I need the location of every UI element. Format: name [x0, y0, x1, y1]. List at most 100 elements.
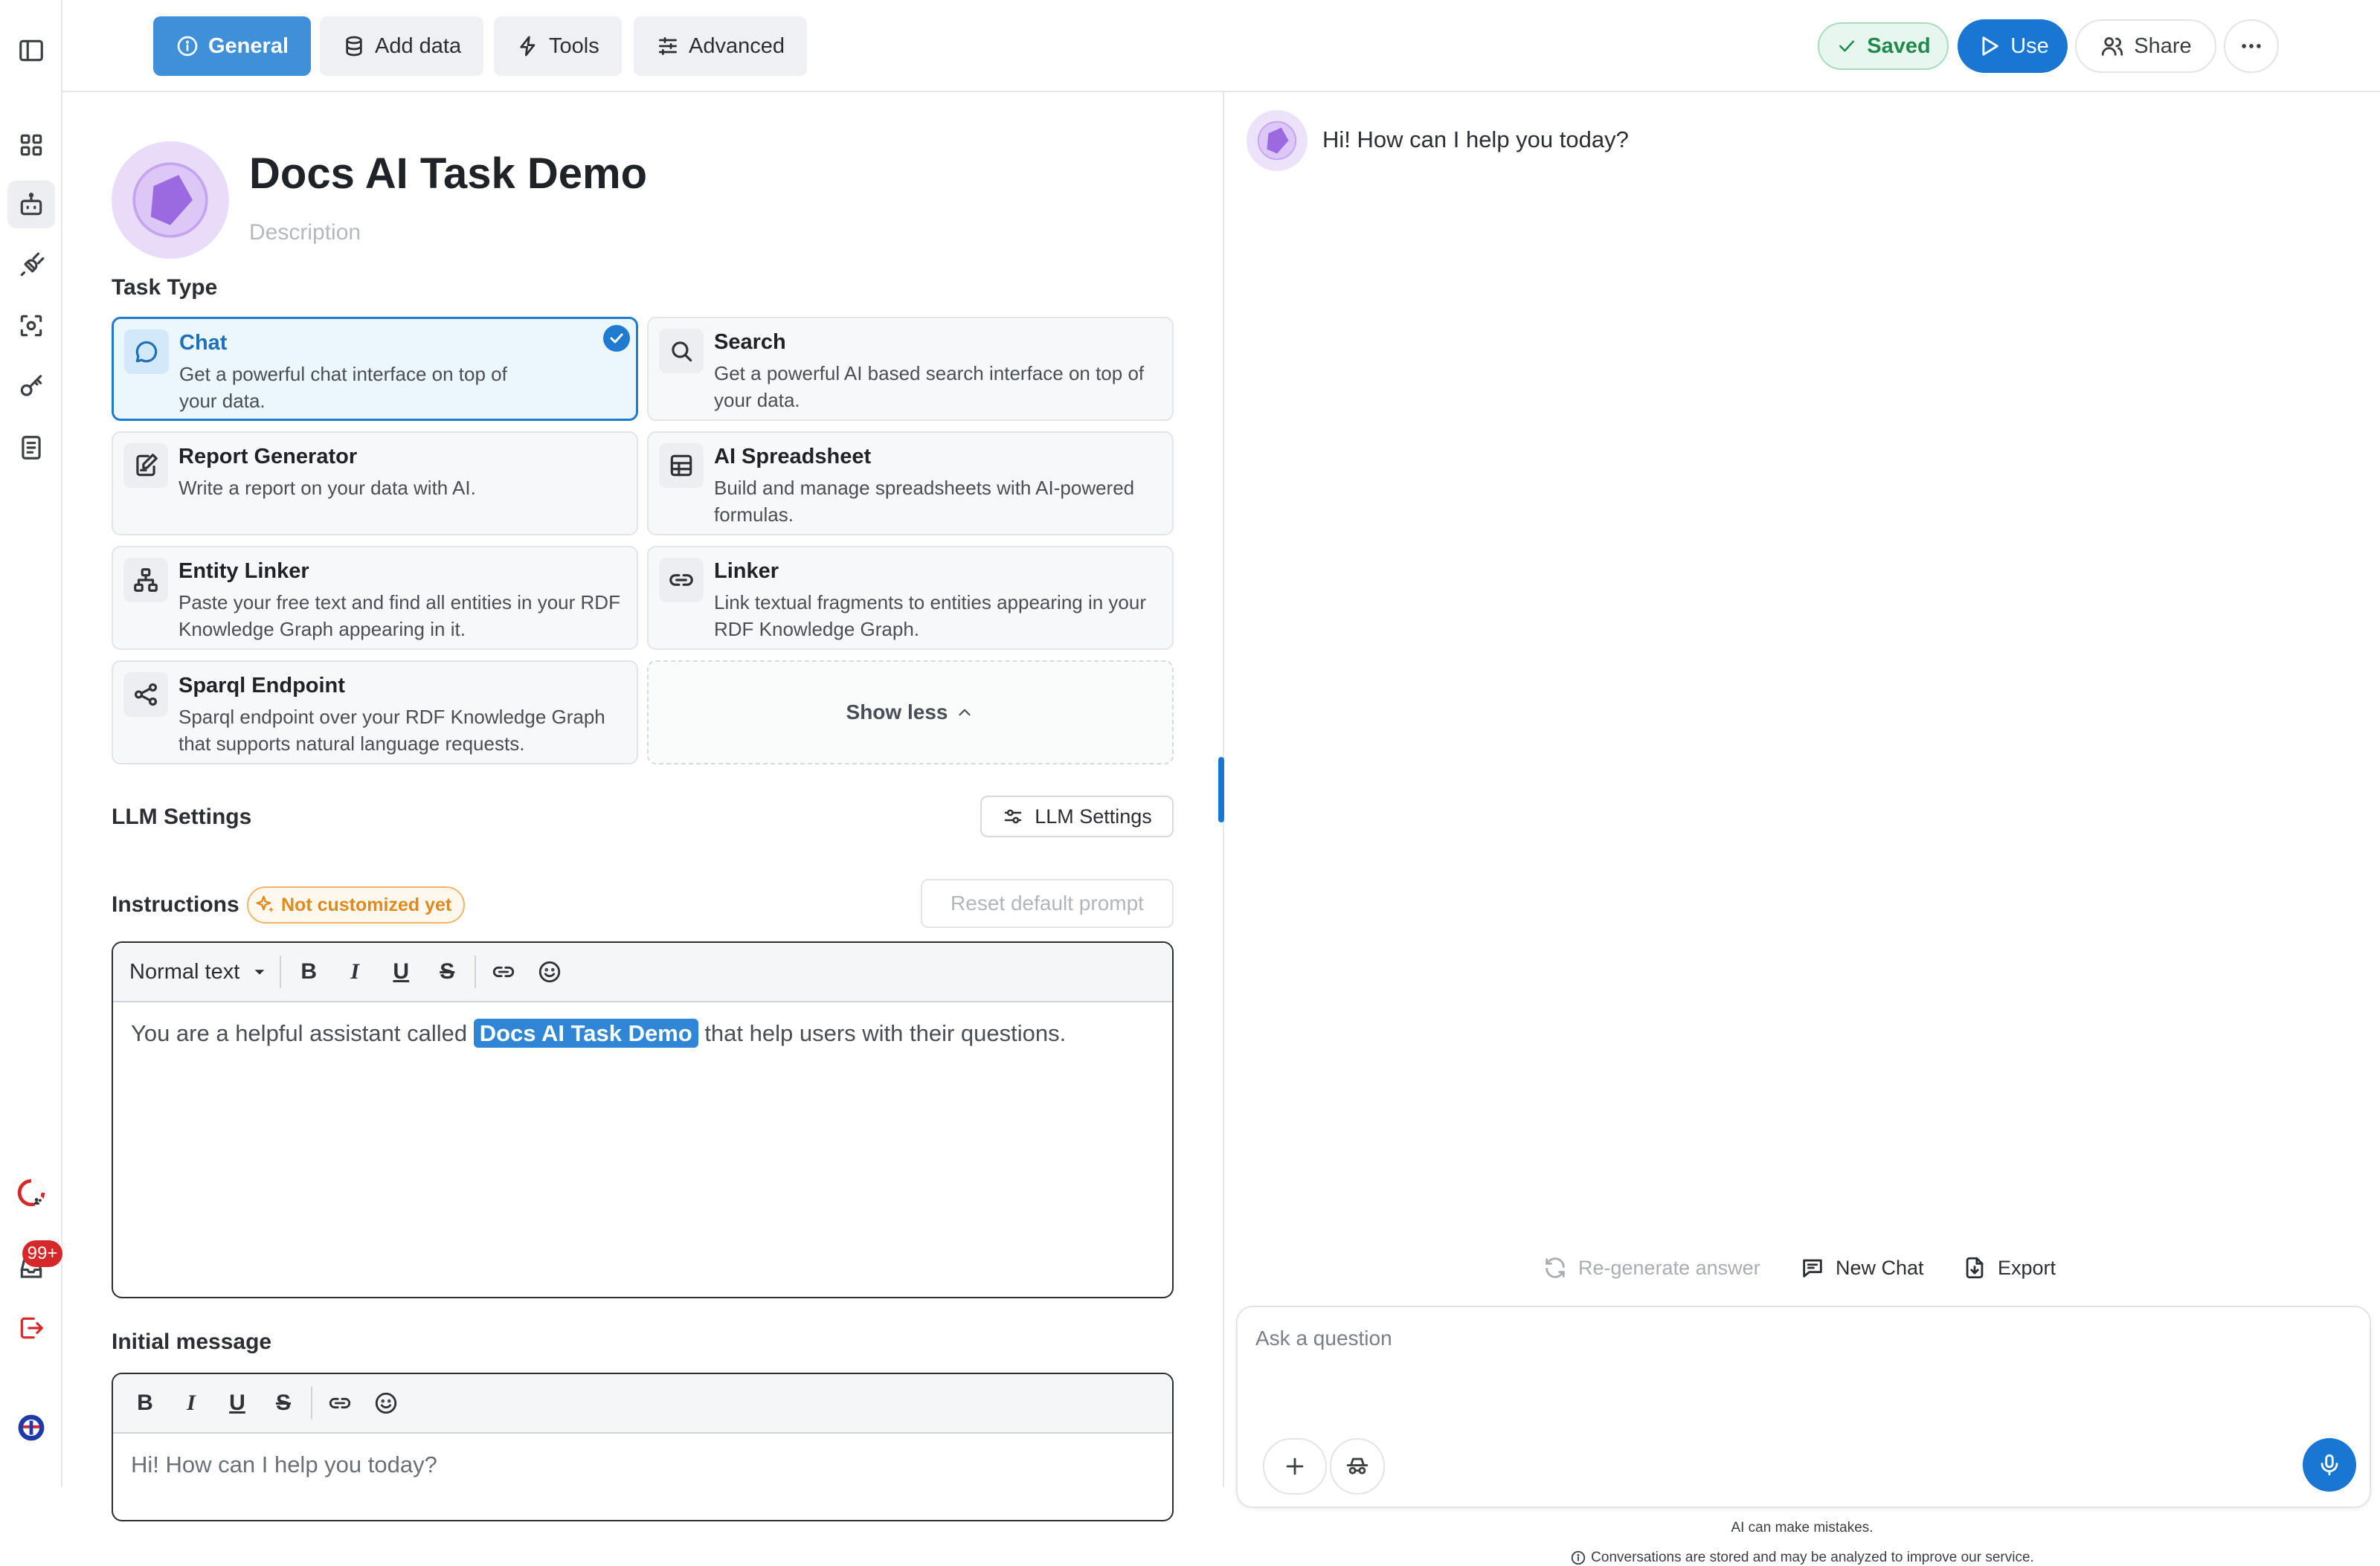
attach-button[interactable]: [1263, 1438, 1327, 1495]
logout-icon[interactable]: [7, 1304, 55, 1352]
share-label: Share: [2134, 33, 2192, 58]
play-icon: [1976, 33, 2001, 59]
edit-document-icon: [123, 443, 168, 488]
share-button[interactable]: Share: [2075, 19, 2216, 73]
org-logo-icon[interactable]: [7, 1169, 55, 1217]
task-type-card-chat[interactable]: Chat Get a powerful chat interface on to…: [112, 317, 638, 421]
privacy-note: Conversations are stored and may be anal…: [1224, 1550, 2380, 1566]
incognito-button[interactable]: [1330, 1438, 1385, 1495]
text-format-select[interactable]: Normal text: [122, 949, 275, 995]
task-type-card-search[interactable]: Search Get a powerful AI based search in…: [647, 317, 1174, 421]
use-label: Use: [2010, 33, 2049, 58]
task-type-card-entity-linker[interactable]: Entity Linker Paste your free text and f…: [112, 546, 638, 650]
regenerate-answer-button[interactable]: Re-generate answer: [1543, 1255, 1760, 1280]
card-title: Chat: [179, 331, 228, 355]
emoji-icon[interactable]: [363, 1380, 409, 1426]
incognito-icon: [1345, 1454, 1370, 1479]
selected-check-icon: [603, 325, 630, 352]
bold-icon[interactable]: B: [286, 949, 332, 995]
voice-input-button[interactable]: [2303, 1438, 2356, 1492]
task-type-card-linker[interactable]: Linker Link textual fragments to entitie…: [647, 546, 1174, 650]
instructions-heading: Instructions: [112, 892, 239, 917]
sidebar-toggle-icon[interactable]: [7, 27, 55, 74]
task-type-card-sparql-endpoint[interactable]: Sparql Endpoint Sparql endpoint over you…: [112, 660, 638, 764]
task-title[interactable]: Docs AI Task Demo: [249, 149, 647, 199]
task-avatar[interactable]: [112, 141, 229, 259]
card-title: Linker: [714, 559, 779, 583]
chat-input-box[interactable]: Ask a question: [1236, 1306, 2371, 1508]
more-options-button[interactable]: [2224, 19, 2279, 73]
export-button[interactable]: Export: [1962, 1255, 2056, 1280]
chat-preview-panel: Hi! How can I help you today? Re-generat…: [1224, 92, 2380, 1565]
initial-message-text[interactable]: Hi! How can I help you today?: [131, 1451, 437, 1478]
toolbar-divider: [475, 956, 477, 988]
tab-tools[interactable]: Tools: [494, 16, 622, 76]
chat-bubble-icon: [124, 329, 169, 374]
info-icon: [176, 34, 199, 58]
instructions-text[interactable]: You are a helpful assistant called Docs …: [131, 1016, 1066, 1051]
new-chat-button[interactable]: New Chat: [1800, 1255, 1924, 1280]
llm-settings-heading: LLM Settings: [112, 805, 252, 829]
tab-general[interactable]: General: [153, 16, 311, 76]
plug-icon[interactable]: [7, 242, 55, 289]
more-horizontal-icon: [2239, 33, 2264, 59]
bot-icon[interactable]: [7, 181, 55, 228]
settings-sliders-icon: [1002, 805, 1024, 828]
info-circle-icon: [1570, 1550, 1586, 1566]
strikethrough-icon[interactable]: S: [424, 949, 470, 995]
card-title: Entity Linker: [178, 559, 309, 583]
document-icon[interactable]: [7, 424, 55, 471]
editor-toolbar: Normal text B I U S: [113, 943, 1172, 1002]
task-type-card-ai-spreadsheet[interactable]: AI Spreadsheet Build and manage spreadsh…: [647, 431, 1174, 535]
tab-add-data[interactable]: Add data: [320, 16, 484, 76]
underline-icon[interactable]: U: [214, 1380, 260, 1426]
emoji-icon[interactable]: [527, 949, 573, 995]
sparkle-icon: [254, 894, 277, 916]
user-avatar[interactable]: [7, 1404, 55, 1451]
llm-settings-label: LLM Settings: [1035, 805, 1152, 828]
use-button[interactable]: Use: [1958, 19, 2068, 73]
tab-label: General: [208, 33, 289, 58]
italic-icon[interactable]: I: [168, 1380, 214, 1426]
italic-icon[interactable]: I: [332, 949, 378, 995]
instructions-text-end: that help users with their questions.: [698, 1020, 1067, 1046]
privacy-note-text: Conversations are stored and may be anal…: [1591, 1550, 2034, 1565]
file-download-icon: [1962, 1255, 1987, 1280]
underline-icon[interactable]: U: [378, 949, 424, 995]
card-description: Get a powerful AI based search interface…: [714, 362, 1145, 411]
bold-icon[interactable]: B: [122, 1380, 168, 1426]
show-less-button[interactable]: Show less: [647, 660, 1174, 764]
card-description: Sparql endpoint over your RDF Knowledge …: [178, 706, 605, 755]
link-icon[interactable]: [317, 1380, 363, 1426]
dashboard-grid-icon[interactable]: [7, 121, 55, 169]
bolt-icon: [516, 34, 540, 58]
tab-advanced[interactable]: Advanced: [634, 16, 807, 76]
task-type-card-report-generator[interactable]: Report Generator Write a report on your …: [112, 431, 638, 535]
card-title: AI Spreadsheet: [714, 445, 872, 468]
resize-handle[interactable]: [1218, 757, 1224, 822]
key-icon[interactable]: [7, 363, 55, 410]
notification-badge: 99+: [22, 1240, 62, 1267]
assistant-avatar: [1247, 110, 1308, 171]
card-title: Search: [714, 330, 786, 354]
link-icon[interactable]: [480, 949, 527, 995]
scan-icon[interactable]: [7, 302, 55, 349]
check-icon: [1836, 35, 1858, 57]
database-icon: [342, 34, 366, 58]
message-square-icon: [1800, 1255, 1825, 1280]
description-field[interactable]: Description: [249, 220, 361, 245]
llm-settings-button[interactable]: LLM Settings: [980, 796, 1174, 837]
strikethrough-icon[interactable]: S: [260, 1380, 306, 1426]
export-label: Export: [1998, 1256, 2056, 1279]
card-description: Paste your free text and find all entiti…: [178, 591, 620, 640]
task-type-heading: Task Type: [112, 275, 218, 300]
reset-default-prompt-button[interactable]: Reset default prompt: [921, 879, 1174, 928]
initial-message-editor[interactable]: B I U S Hi! How can I help you today?: [112, 1373, 1174, 1521]
chat-input[interactable]: Ask a question: [1255, 1327, 1392, 1350]
refresh-icon: [1543, 1255, 1568, 1280]
link-icon: [659, 558, 704, 602]
new-chat-label: New Chat: [1836, 1256, 1924, 1279]
tab-label: Advanced: [689, 33, 785, 58]
instructions-editor[interactable]: Normal text B I U S You are a helpful as…: [112, 941, 1174, 1298]
card-title: Sparql Endpoint: [178, 674, 345, 697]
